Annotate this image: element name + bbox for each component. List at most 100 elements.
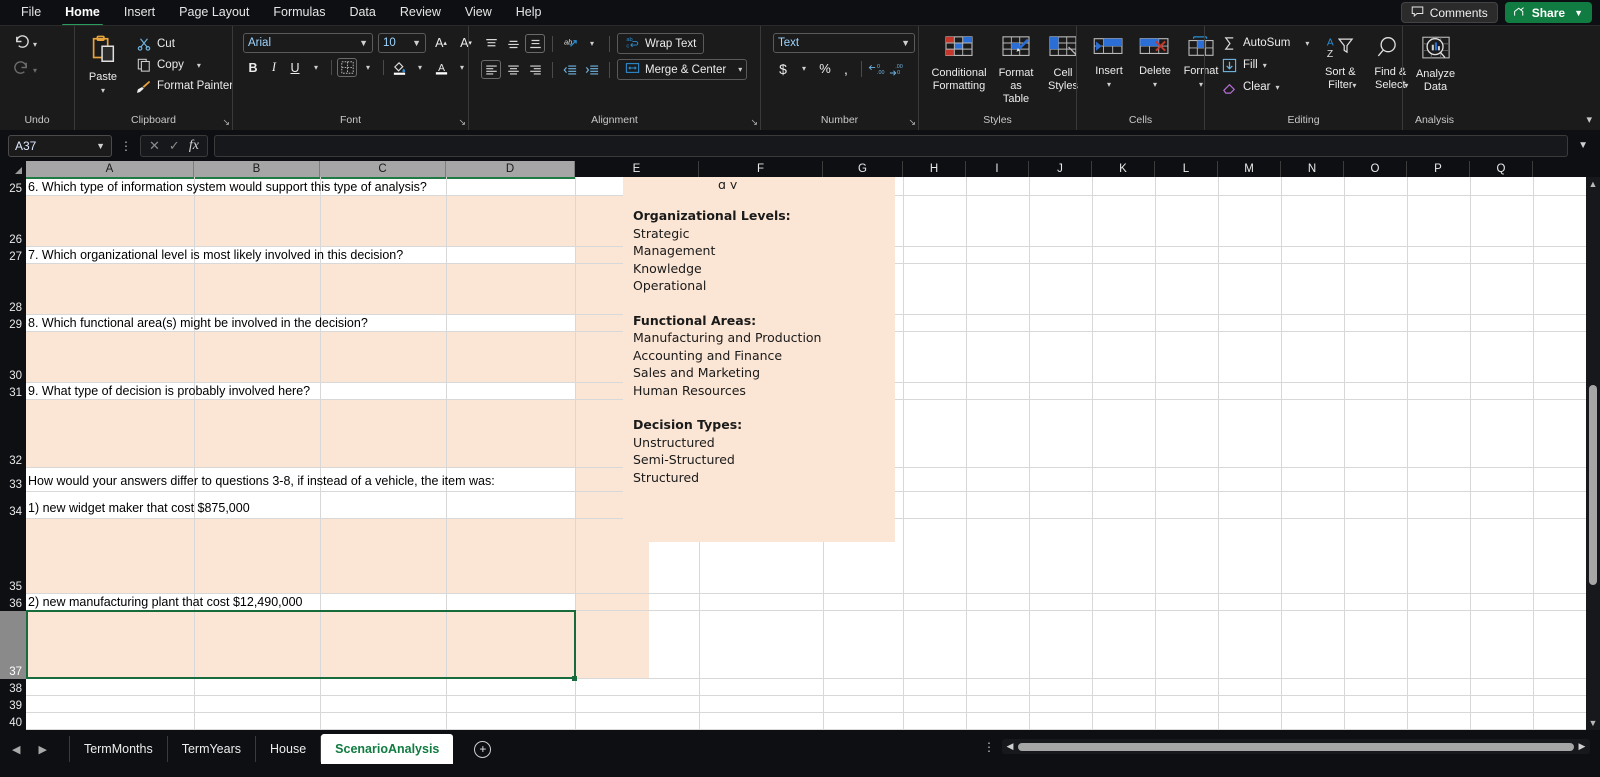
cell-A34[interactable]: 1) new widget maker that cost $875,000 — [26, 501, 250, 515]
redo-button[interactable]: ▾ — [12, 59, 37, 81]
menu-tab-data[interactable]: Data — [338, 2, 386, 23]
menu-tab-help[interactable]: Help — [505, 2, 553, 23]
copy-button[interactable]: Copy ▾ — [131, 55, 237, 75]
name-box-chevron-down-icon[interactable]: ▼ — [96, 141, 105, 151]
formula-bar-more-icon[interactable]: ⋮ — [118, 139, 134, 153]
analyze-data-button[interactable]: Analyze Data — [1411, 33, 1460, 94]
font-size-select[interactable]: 10 ▼ — [378, 33, 426, 53]
cell-A27[interactable]: 7. Which organizational level is most li… — [26, 248, 403, 262]
merge-center-chevron-down-icon[interactable]: ▾ — [738, 65, 742, 74]
row-header-28[interactable]: 28 — [0, 264, 26, 315]
row-header-35[interactable]: 35 — [0, 519, 26, 594]
format-cells-chevron-down-icon[interactable]: ▾ — [1199, 78, 1203, 91]
column-header-O[interactable]: O — [1344, 161, 1407, 177]
accept-formula-icon[interactable]: ✓ — [169, 138, 180, 154]
cell-A25[interactable]: 6. Which type of information system woul… — [26, 180, 427, 194]
comments-button[interactable]: Comments — [1400, 2, 1498, 23]
row-header-31[interactable]: 31 — [0, 383, 26, 400]
ribbon-collapse-chevron-icon[interactable]: ▾ — [1586, 113, 1592, 126]
scroll-down-arrow-icon[interactable]: ▼ — [1586, 716, 1600, 730]
clear-chevron-down-icon[interactable]: ▾ — [1275, 83, 1279, 92]
menu-tab-page-layout[interactable]: Page Layout — [168, 2, 260, 23]
row-header-34[interactable]: 34 — [0, 492, 26, 519]
menu-tab-view[interactable]: View — [454, 2, 503, 23]
clear-button[interactable]: Clear ▾ — [1217, 77, 1313, 97]
cut-button[interactable]: Cut — [131, 34, 237, 54]
row-header-29[interactable]: 29 — [0, 315, 26, 332]
menu-tab-insert[interactable]: Insert — [113, 2, 166, 23]
percent-format-button[interactable]: % — [815, 59, 835, 78]
align-middle-button[interactable] — [503, 34, 523, 53]
menu-tab-formulas[interactable]: Formulas — [262, 2, 336, 23]
number-dialog-launcher-icon[interactable]: ↘ — [908, 117, 916, 128]
column-header-D[interactable]: D — [446, 161, 575, 177]
fill-button[interactable]: Fill ▾ — [1217, 55, 1313, 75]
column-header-J[interactable]: J — [1029, 161, 1092, 177]
share-chevron-down-icon[interactable]: ▼ — [1574, 8, 1583, 18]
font-family-select[interactable]: Arial ▼ — [243, 33, 373, 53]
insert-function-icon[interactable]: fx — [189, 138, 199, 154]
column-header-N[interactable]: N — [1281, 161, 1344, 177]
fill-handle[interactable] — [572, 676, 577, 681]
italic-button[interactable]: I — [264, 58, 284, 77]
row-header-25[interactable]: 25 — [0, 177, 26, 196]
increase-decimal-button[interactable]: 0.00 — [867, 59, 887, 78]
number-format-select[interactable]: Text ▼ — [773, 33, 915, 53]
sort-filter-button[interactable]: AZ Sort & Filter ▾ — [1317, 33, 1363, 92]
row-header-30[interactable]: 30 — [0, 332, 26, 383]
paste-chevron-down-icon[interactable]: ▾ — [101, 84, 105, 97]
fill-color-button[interactable] — [389, 58, 409, 77]
sheet-tab-termmonths[interactable]: TermMonths — [68, 736, 168, 762]
autosum-chevron-down-icon[interactable]: ▾ — [1305, 39, 1309, 48]
sheet-tab-termyears[interactable]: TermYears — [166, 736, 257, 762]
decrease-indent-button[interactable] — [560, 60, 580, 79]
column-header-I[interactable]: I — [966, 161, 1029, 177]
row-header-26[interactable]: 26 — [0, 196, 26, 247]
column-header-L[interactable]: L — [1155, 161, 1218, 177]
orientation-button[interactable]: ab — [560, 34, 580, 53]
column-header-C[interactable]: C — [320, 161, 446, 177]
underline-button[interactable]: U — [285, 58, 305, 77]
column-header-F[interactable]: F — [699, 161, 823, 177]
horizontal-scrollbar-track[interactable]: ◀ ▶ — [1002, 739, 1590, 754]
fill-color-chevron-down-icon[interactable]: ▾ — [410, 58, 430, 77]
decrease-decimal-button[interactable]: .00 0 — [888, 59, 908, 78]
autosum-button[interactable]: AutoSum ▾ — [1217, 33, 1313, 53]
menu-tab-home[interactable]: Home — [54, 2, 111, 26]
column-header-G[interactable]: G — [823, 161, 903, 177]
delete-cells-chevron-down-icon[interactable]: ▾ — [1153, 78, 1157, 91]
menu-tab-file[interactable]: File — [10, 2, 52, 23]
scrollbar-resize-handle[interactable]: ⋮ — [983, 740, 995, 754]
scroll-up-arrow-icon[interactable]: ▲ — [1586, 177, 1600, 191]
column-header-B[interactable]: B — [194, 161, 320, 177]
vertical-scrollbar[interactable]: ▲ ▼ — [1586, 177, 1600, 730]
accounting-format-button[interactable]: $ — [773, 59, 793, 78]
delete-cells-button[interactable]: Delete ▾ — [1133, 33, 1177, 91]
font-size-chevron-down-icon[interactable]: ▼ — [405, 38, 421, 48]
align-center-button[interactable] — [503, 60, 523, 79]
underline-chevron-down-icon[interactable]: ▾ — [306, 58, 326, 77]
row-header-36[interactable]: 36 — [0, 594, 26, 611]
insert-cells-chevron-down-icon[interactable]: ▾ — [1107, 78, 1111, 91]
accounting-chevron-down-icon[interactable]: ▾ — [794, 59, 814, 78]
font-color-button[interactable]: A — [431, 58, 451, 77]
align-bottom-button[interactable] — [525, 34, 545, 53]
merge-center-button[interactable]: Merge & Center ▾ — [617, 59, 748, 80]
row-header-27[interactable]: 27 — [0, 247, 26, 264]
formula-bar-expand-chevron-icon[interactable]: ▼ — [1574, 140, 1592, 151]
cell-A29[interactable]: 8. Which functional area(s) might be inv… — [26, 316, 368, 330]
format-painter-button[interactable]: Format Painter — [131, 76, 237, 96]
borders-button[interactable] — [337, 58, 357, 77]
borders-chevron-down-icon[interactable]: ▾ — [358, 58, 378, 77]
sheet-tab-house[interactable]: House — [255, 736, 322, 762]
cell-A31[interactable]: 9. What type of decision is probably inv… — [26, 384, 310, 398]
scroll-right-arrow-icon[interactable]: ▶ — [1577, 741, 1587, 752]
horizontal-scrollbar[interactable]: ⋮ ◀ ▶ — [983, 739, 1590, 754]
align-top-button[interactable] — [481, 34, 501, 53]
cell-A36[interactable]: 2) new manufacturing plant that cost $12… — [26, 595, 303, 609]
next-sheet-arrow-icon[interactable]: ▶ — [38, 743, 46, 756]
select-all-corner[interactable] — [0, 161, 26, 177]
row-header-32[interactable]: 32 — [0, 400, 26, 468]
row-header-33[interactable]: 33 — [0, 468, 26, 492]
row-header-40[interactable]: 40 — [0, 713, 26, 730]
